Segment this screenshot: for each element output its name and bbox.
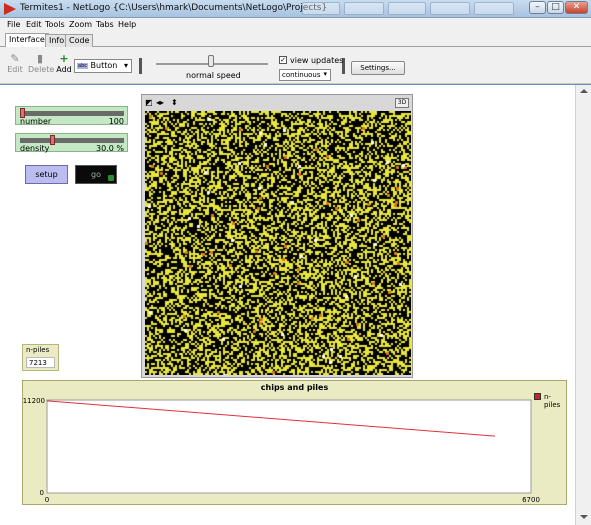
chevron-down-icon: ▾ (123, 61, 128, 70)
toolbar-separator (139, 58, 142, 74)
update-mode-select[interactable]: continuous ▾ (279, 69, 331, 81)
forever-icon (108, 175, 114, 181)
legend-label: n-piles (544, 393, 561, 409)
3d-view-button[interactable]: 3D (395, 98, 409, 108)
x-tick-label: 6700 (522, 496, 540, 504)
taskbar-ghost-tab (430, 2, 470, 15)
monitor-label: n-piles (26, 346, 50, 354)
density-slider[interactable]: density 30.0 % (15, 133, 128, 153)
view-resize-vertical-icon[interactable]: ⬍ (171, 98, 178, 107)
plot-area: 11200 00 6700 (23, 397, 540, 504)
view-resize-horizontal-icon[interactable]: ◂▸ (156, 98, 164, 107)
menu-bar: File Edit Tools Zoom Tabs Help (0, 18, 591, 31)
netlogo-logo-icon (4, 3, 16, 15)
tab-code[interactable]: Code (65, 34, 94, 47)
n-piles-monitor: n-piles 7213 (22, 344, 59, 371)
slider-knob[interactable] (49, 135, 55, 145)
view-updates-label: view updates (290, 56, 344, 65)
delete-tool[interactable]: ▮ Delete (28, 52, 55, 75)
add-label: Add (56, 65, 72, 74)
world-view: ◩ ◂▸ ⬍ 3D (141, 94, 413, 378)
vertical-scrollbar[interactable] (575, 85, 591, 525)
pencil-icon: ✎ (10, 52, 20, 65)
close-button[interactable]: ✕ (565, 1, 588, 14)
menu-tabs[interactable]: Tabs (96, 20, 114, 29)
scroll-down-arrow-icon[interactable] (580, 515, 588, 519)
speed-slider-knob[interactable] (208, 55, 214, 67)
slider-label: density (20, 144, 50, 153)
plot-title: chips and piles (260, 383, 329, 392)
menu-tools[interactable]: Tools (45, 20, 65, 29)
go-button[interactable]: go (75, 165, 117, 184)
taskbar-ghost-tab (302, 2, 340, 15)
add-tool[interactable]: + Add (54, 52, 74, 75)
slider-track (20, 111, 124, 116)
speed-label: normal speed (186, 71, 241, 80)
y-tick-label: 11200 (23, 397, 45, 405)
menu-file[interactable]: File (7, 20, 20, 29)
chevron-down-icon: ▾ (323, 70, 327, 78)
maximize-button[interactable]: □ (547, 1, 564, 14)
update-mode-value: continuous (282, 71, 321, 79)
go-button-label: go (91, 170, 101, 179)
tab-interface[interactable]: Interface (5, 33, 49, 48)
menu-zoom[interactable]: Zoom (69, 20, 92, 29)
widget-type-select[interactable]: abc Button ▾ (74, 59, 132, 73)
tab-bar: Interface Info Code (0, 31, 591, 48)
y-tick-label: 0 (40, 489, 44, 497)
chips-and-piles-plot: 11200 0 0 6700 chips and piles n-piles (22, 380, 567, 505)
slider-value: 100 (108, 117, 124, 126)
trash-icon: ▮ (36, 52, 44, 65)
button-widget-icon: abc (77, 63, 88, 69)
delete-label: Delete (28, 65, 55, 74)
view-updates-checkbox[interactable]: ✓ (279, 56, 287, 64)
widget-type-label: Button (90, 61, 118, 70)
edit-label: Edit (7, 65, 23, 74)
scroll-up-arrow-icon[interactable] (580, 89, 588, 93)
taskbar-ghost-tab (474, 2, 514, 15)
menu-edit[interactable]: Edit (26, 20, 42, 29)
edit-tool[interactable]: ✎ Edit (5, 52, 25, 75)
settings-button[interactable]: Settings... (351, 61, 405, 75)
view-zoom-out-icon[interactable]: ◩ (145, 98, 153, 107)
x-tick-label: 0 (45, 496, 49, 504)
title-bar: Termites1 - NetLogo {C:\Users\hmark\Docu… (0, 0, 591, 18)
plus-icon: + (59, 52, 69, 65)
taskbar-ghost-tab (344, 2, 384, 15)
taskbar-ghost-tab (388, 2, 426, 15)
slider-value: 30.0 % (96, 144, 124, 153)
minimize-button[interactable]: – (529, 1, 546, 14)
number-slider[interactable]: number 100 (15, 106, 128, 126)
world-canvas[interactable] (145, 111, 411, 375)
slider-label: number (20, 117, 52, 126)
monitor-value: 7213 (26, 357, 55, 368)
legend-swatch (534, 393, 541, 400)
slider-track (20, 138, 124, 143)
setup-button[interactable]: setup (25, 165, 68, 184)
plot-background (46, 399, 532, 494)
menu-help[interactable]: Help (118, 20, 136, 29)
window-title: Termites1 - NetLogo {C:\Users\hmark\Docu… (20, 3, 328, 13)
